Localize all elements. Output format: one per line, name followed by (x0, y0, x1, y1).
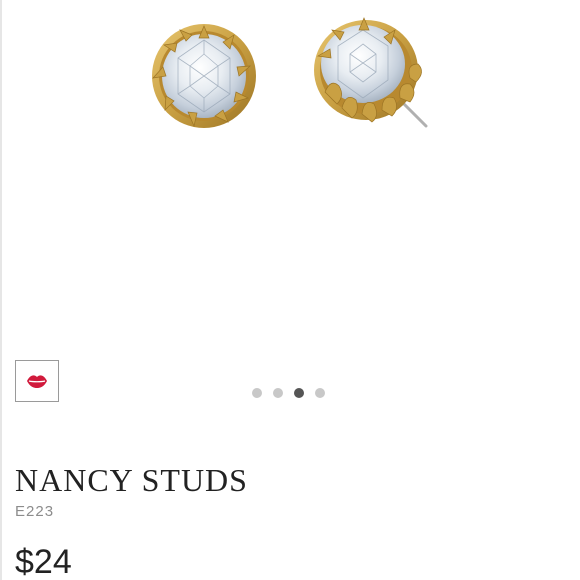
product-title: NANCY STUDS (15, 462, 248, 498)
carousel-dot-2[interactable] (273, 388, 283, 398)
stud-earrings-icon (152, 17, 428, 128)
product-sku: E223 (15, 503, 55, 520)
page-edge-divider (0, 0, 2, 580)
favorite-button[interactable] (15, 360, 59, 402)
carousel-dot-1[interactable] (252, 388, 262, 398)
product-image[interactable] (120, 0, 460, 150)
product-price: $24 (15, 543, 72, 580)
right-stud (314, 17, 428, 128)
carousel-dot-4[interactable] (315, 388, 325, 398)
carousel-dots (252, 388, 325, 398)
left-stud (152, 24, 256, 128)
lips-icon (27, 375, 47, 388)
carousel-dot-3[interactable] (294, 388, 304, 398)
